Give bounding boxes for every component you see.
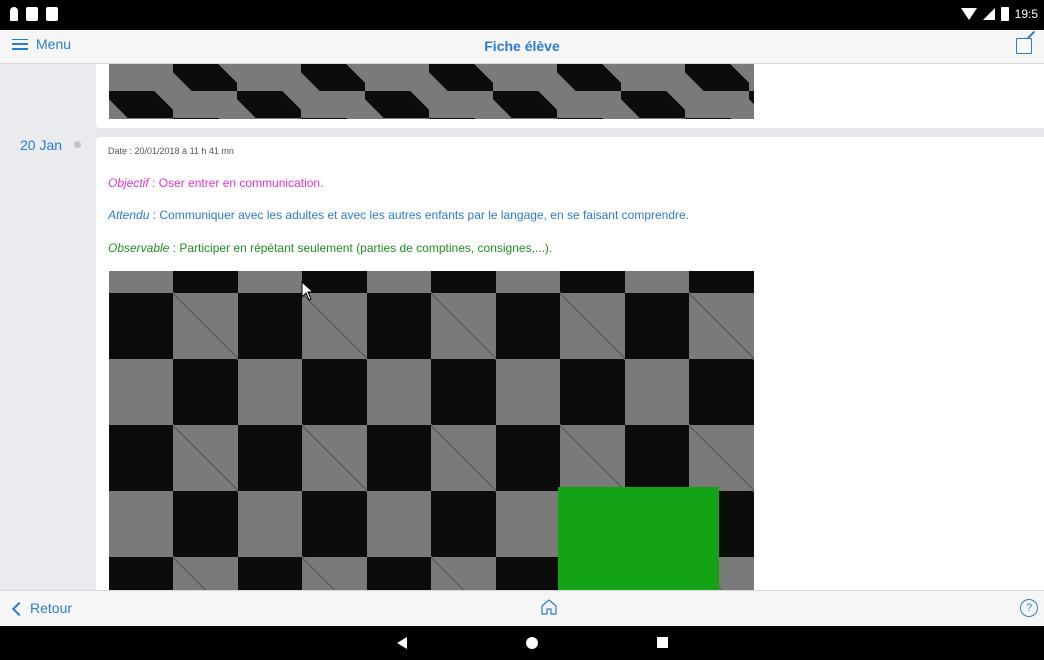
back-button[interactable]: Retour (11, 600, 73, 616)
signal-icon (982, 8, 995, 20)
status-right-icons: 19:5 (960, 7, 1038, 21)
home-icon[interactable] (540, 598, 558, 616)
battery-icon (1000, 7, 1009, 21)
timeline-date: 20 Jan (20, 137, 63, 153)
nav-back-icon[interactable] (397, 637, 407, 649)
chevron-left-icon (11, 601, 27, 616)
sd-card-icon (46, 7, 58, 21)
timeline-dot (74, 141, 81, 148)
entry-image[interactable] (109, 271, 754, 590)
content-area[interactable]: 20 Jan Date : 20/01/2018 à 11 h 41 mn Ob… (0, 64, 1044, 590)
status-time: 19:5 (1014, 7, 1038, 21)
attendu-text: : Communiquer avec les adultes et avec l… (149, 208, 690, 222)
entry-date: Date : 20/01/2018 à 11 h 41 mn (108, 146, 234, 156)
objectif-label: Objectif (108, 176, 149, 190)
help-button[interactable]: ? (1020, 599, 1038, 617)
attendu-label: Attendu (108, 208, 150, 222)
android-nav-bar (0, 626, 1044, 660)
nav-recents-icon[interactable] (657, 637, 668, 648)
attendu-line: Attendu : Communiquer avec les adultes e… (108, 208, 689, 222)
entry-separator (96, 128, 1044, 137)
person-icon (10, 7, 18, 21)
observable-text: : Participer en répétant seulement (part… (169, 241, 553, 255)
observable-line: Observable : Participer en répétant seul… (108, 241, 552, 255)
back-label: Retour (30, 600, 73, 616)
previous-entry-image (109, 64, 754, 119)
app-header: Menu Fiche élève (0, 30, 1044, 64)
green-block (558, 487, 719, 590)
nav-home-icon[interactable] (526, 637, 538, 649)
mail-icon (26, 7, 38, 21)
edit-icon[interactable] (1016, 38, 1032, 54)
page-title: Fiche élève (484, 38, 560, 54)
objectif-text: : Oser entrer en communication. (148, 176, 324, 190)
status-bar: 19:5 (0, 0, 1044, 30)
bottom-bar: Retour ? (0, 590, 1044, 627)
objectif-line: Objectif : Oser entrer en communication. (108, 176, 323, 190)
wifi-icon (960, 8, 977, 20)
mouse-cursor-icon (301, 281, 315, 301)
status-left-icons (10, 7, 58, 21)
observable-label: Observable (108, 241, 170, 255)
